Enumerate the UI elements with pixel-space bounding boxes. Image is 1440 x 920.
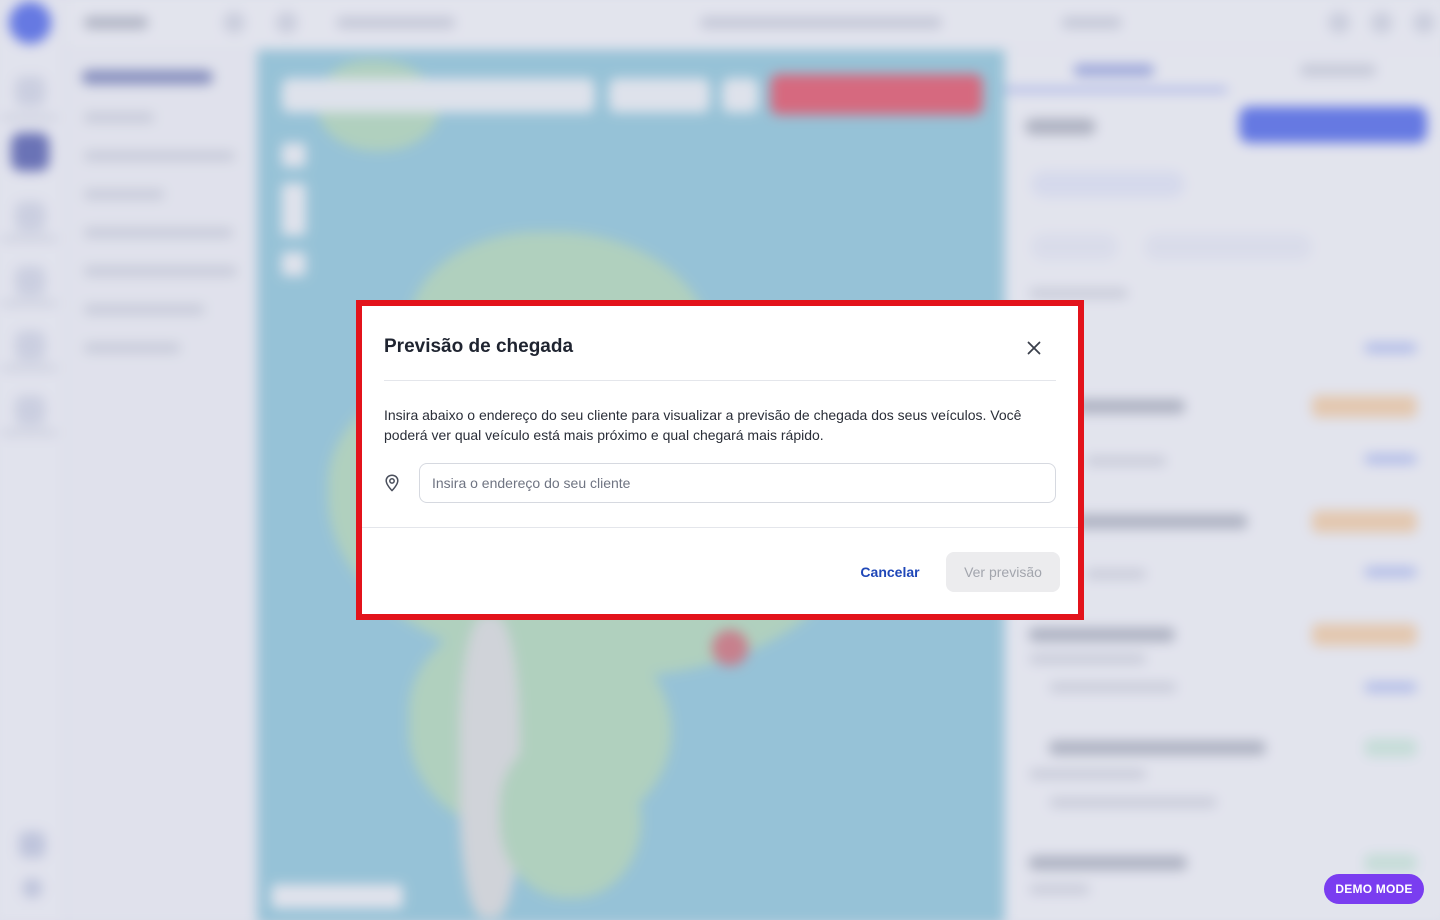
modal-divider [384, 380, 1056, 381]
view-preview-button[interactable]: Ver previsão [946, 552, 1060, 592]
address-input[interactable] [419, 463, 1056, 503]
eta-modal: Previsão de chegada Insira abaixo o ende… [362, 306, 1078, 614]
close-button[interactable] [1020, 334, 1048, 362]
map-pin-icon [385, 474, 399, 492]
close-icon [1027, 341, 1041, 355]
demo-mode-badge[interactable]: DEMO MODE [1324, 874, 1424, 904]
modal-title: Previsão de chegada [384, 336, 574, 357]
modal-description: Insira abaixo o endereço do seu cliente … [384, 407, 1022, 443]
cancel-button[interactable]: Cancelar [848, 552, 932, 592]
modal-footer-divider [362, 527, 1078, 528]
